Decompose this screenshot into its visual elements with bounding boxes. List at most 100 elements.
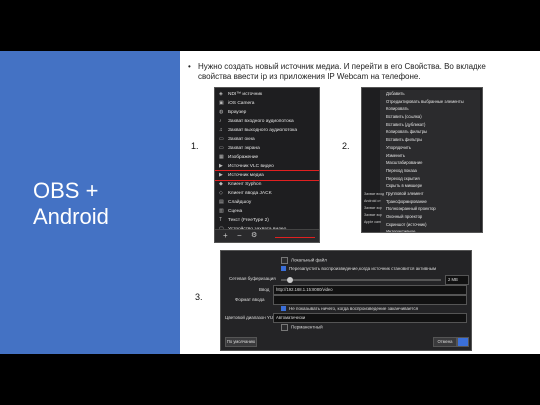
context-menu-item[interactable]: Отредактировать выбранные элементы: [380, 98, 480, 106]
context-menu-item[interactable]: Упорядочить: [380, 144, 480, 152]
source-type-label: iOS Camera: [228, 101, 255, 106]
monitor-icon: ▭: [219, 145, 224, 151]
context-menu-item[interactable]: Оконный проектор: [380, 213, 480, 221]
buffering-label: Сетевая буферизация: [229, 276, 276, 281]
cancel-button[interactable]: Отмена: [433, 337, 457, 347]
context-menu-item[interactable]: Трансформирование: [380, 198, 480, 206]
source-type-item[interactable]: ▦ Изображение: [215, 153, 319, 162]
restart-label: Перезапустить воспроизведение,когда исто…: [289, 266, 437, 271]
context-menu-item[interactable]: Копировать: [380, 105, 480, 113]
top-letterbox: [0, 0, 540, 51]
source-type-item[interactable]: ♪ Захват входного аудиопотока: [215, 117, 319, 126]
local-file-checkbox[interactable]: [281, 257, 288, 264]
source-type-label: Захват экрана: [228, 146, 260, 151]
source-type-label: Источник медиа: [228, 173, 264, 178]
hide-on-end-label: Не показывать ничего, когда воспроизведе…: [289, 306, 418, 311]
slide-title-line: Android: [33, 204, 109, 229]
context-menu-item[interactable]: Добавить: [380, 90, 480, 98]
source-type-item[interactable]: ♫ Захват выходного аудиопотока: [215, 126, 319, 135]
source-type-item[interactable]: ▣ iOS Camera: [215, 99, 319, 108]
source-type-item[interactable]: ▥ Сцена: [215, 207, 319, 216]
source-type-label: Клиент ввода JACK: [228, 191, 272, 196]
source-type-item[interactable]: ◈ NDI™ источник: [215, 90, 319, 99]
source-type-item[interactable]: ◆ Клиент Syphon: [215, 180, 319, 189]
context-menu-item[interactable]: Полноэкранный проектор: [380, 205, 480, 213]
source-type-label: Захват окна: [228, 137, 255, 142]
media-icon: ▶: [219, 172, 223, 178]
hide-on-end-row[interactable]: Не показывать ничего, когда воспроизведе…: [281, 306, 418, 312]
defaults-button[interactable]: По умолчанию: [225, 337, 257, 347]
context-menu-item[interactable]: Вставить (ссылка): [380, 113, 480, 121]
buffering-slider[interactable]: [281, 279, 441, 281]
context-menu-item[interactable]: Вставить (дубликат): [380, 121, 480, 129]
source-list-item[interactable]: Захват вход: [362, 191, 386, 198]
source-toolbar: + − ⚙: [215, 229, 319, 242]
gear-icon[interactable]: ⚙: [251, 231, 257, 241]
context-menu-item[interactable]: Вставить фильтры: [380, 136, 480, 144]
source-type-item[interactable]: ▭ Захват экрана: [215, 144, 319, 153]
vlc-icon: ▶: [219, 163, 223, 169]
add-source-menu-screenshot: ◈ NDI™ источник ▣ iOS Camera ◍ Браузер ♪ Захват…: [214, 87, 320, 243]
buffering-slider-handle[interactable]: [287, 277, 293, 283]
context-menu-item[interactable]: Переход скрытия: [380, 175, 480, 183]
add-icon[interactable]: +: [223, 231, 228, 241]
window-icon: ▭: [219, 136, 224, 142]
color-range-value: Автоматически: [276, 315, 306, 320]
source-type-label: Сцена: [228, 209, 243, 214]
restart-row[interactable]: Перезапустить воспроизведение,когда исто…: [281, 266, 437, 272]
source-list-item[interactable]: Захват экр: [362, 212, 386, 219]
instruction-bullet: Нужно создать новый источник медиа. И пе…: [188, 62, 518, 82]
input-label: Ввод: [259, 287, 270, 292]
context-menu-item[interactable]: Интерактивное: [380, 228, 480, 232]
context-menu-item[interactable]: Изменить: [380, 152, 480, 160]
slideshow-icon: ▤: [219, 199, 224, 205]
bottom-letterbox: [0, 354, 540, 405]
source-type-item[interactable]: ◇ Клиент ввода JACK: [215, 189, 319, 198]
sources-list: Захват вход Android ст Захват экр Захват эк…: [362, 191, 386, 226]
source-type-label: Захват выходного аудиопотока: [228, 128, 298, 133]
context-menu-item[interactable]: Копировать фильтры: [380, 128, 480, 136]
local-file-row[interactable]: Локальный файл: [281, 257, 327, 264]
context-menu-item[interactable]: Скрыть в микшере: [380, 182, 480, 190]
text-icon: T: [219, 217, 223, 223]
persistent-label: Перманентный: [291, 324, 323, 330]
source-type-item[interactable]: T Текст (FreeType 2): [215, 216, 319, 225]
source-type-label: Клиент Syphon: [228, 182, 262, 187]
input-url-field[interactable]: http://192.168.1.15:8080/video: [273, 285, 467, 295]
remove-icon[interactable]: −: [237, 231, 242, 241]
source-list-item[interactable]: Apple cam: [362, 219, 386, 226]
restart-checkbox[interactable]: [281, 266, 286, 272]
color-range-label: Цветовой диапазон YUV: [225, 315, 277, 320]
context-menu-screenshot: Добавить Отредактировать выбранные элемен…: [361, 87, 483, 233]
source-type-item[interactable]: ▭ Захват окна: [215, 135, 319, 144]
buffering-value-field[interactable]: 2 MB: [445, 275, 469, 285]
source-list-item[interactable]: Android ст: [362, 198, 386, 205]
step-label-2: 2.: [342, 141, 350, 151]
context-menu-item[interactable]: Скриншот (источник): [380, 221, 480, 229]
ok-button[interactable]: [457, 337, 469, 347]
source-list-item[interactable]: Захват экр: [362, 205, 386, 212]
context-menu-item[interactable]: Групповой элемент: [380, 190, 480, 198]
hide-on-end-checkbox[interactable]: [281, 306, 286, 312]
source-type-label: Изображение: [228, 155, 259, 160]
source-type-label: NDI™ источник: [228, 92, 263, 97]
slide-title-text: OBS + Android: [33, 178, 109, 230]
source-type-item[interactable]: ◍ Браузер: [215, 108, 319, 117]
source-type-item[interactable]: ▶ Источник медиа: [215, 170, 319, 181]
jack-icon: ◇: [219, 190, 223, 196]
color-range-select[interactable]: Автоматически: [273, 313, 467, 323]
source-type-label: Текст (FreeType 2): [228, 218, 269, 223]
persistent-row[interactable]: Перманентный: [281, 324, 323, 331]
source-type-menu: ◈ NDI™ источник ▣ iOS Camera ◍ Браузер ♪ Захват…: [215, 90, 319, 242]
source-type-item[interactable]: ▶ Источник VLC видео: [215, 162, 319, 171]
camera-icon: ▣: [219, 100, 224, 106]
context-menu-item[interactable]: Переход показа: [380, 167, 480, 175]
source-type-label: Браузер: [228, 110, 247, 115]
context-menu-item[interactable]: Масштабирование: [380, 159, 480, 167]
image-icon: ▦: [219, 154, 224, 160]
source-type-item[interactable]: ▤ Слайдшоу: [215, 198, 319, 207]
arrow-pointer-icon: [275, 237, 315, 238]
step-label-3: 3.: [195, 292, 203, 302]
persistent-checkbox[interactable]: [281, 324, 288, 331]
format-field[interactable]: [273, 295, 467, 305]
